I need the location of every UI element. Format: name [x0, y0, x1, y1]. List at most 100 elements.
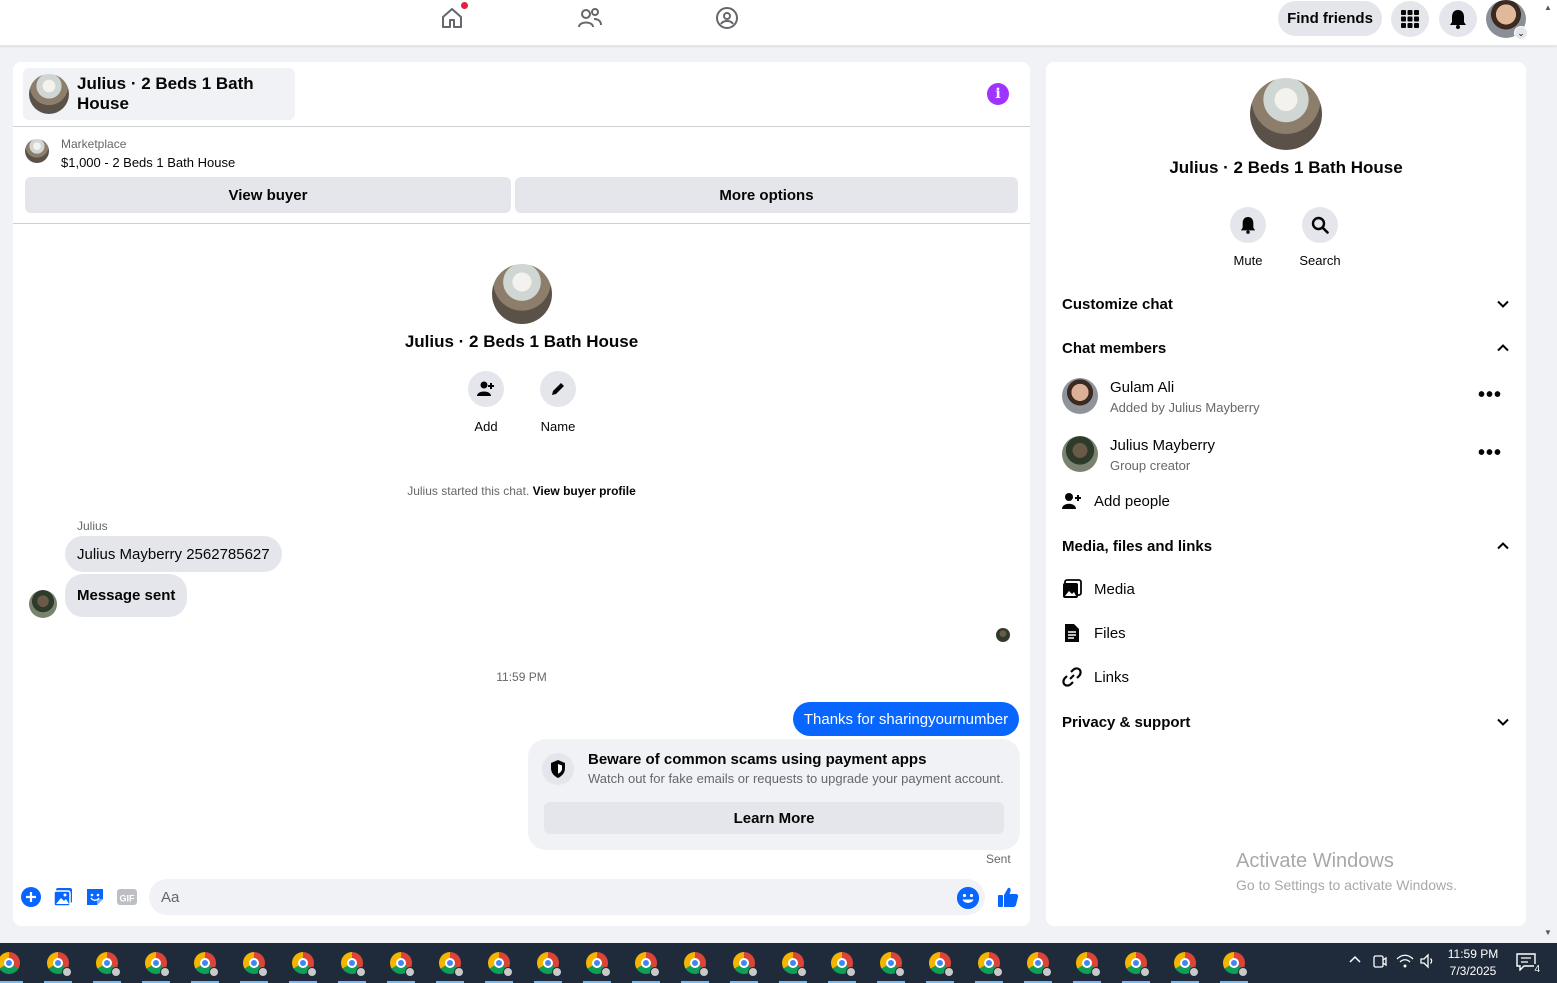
notification-dot [461, 2, 468, 9]
windows-activation-watermark: Activate Windows Go to Settings to activ… [1236, 850, 1457, 893]
learn-more-button[interactable]: Learn More [544, 802, 1004, 834]
links-label: Links [1094, 668, 1130, 686]
media-label: Media [1094, 580, 1135, 598]
chrome-window-icon[interactable] [240, 952, 268, 983]
photo-icon [1062, 579, 1082, 599]
plus-icon[interactable] [20, 886, 42, 908]
chrome-window-icon[interactable] [1220, 952, 1248, 983]
privacy-support-section[interactable]: Privacy & support [1062, 702, 1510, 742]
outgoing-message[interactable]: Thanks for sharingyournumber [793, 702, 1019, 736]
incoming-message[interactable]: Message sent [65, 574, 188, 617]
mute-button[interactable]: Mute [1218, 207, 1278, 268]
chat-title: Julius · 2 Beds 1 Bath House [77, 74, 254, 113]
sticker-icon[interactable] [84, 886, 106, 908]
name-button[interactable]: Name [528, 371, 588, 434]
emoji-icon[interactable] [957, 887, 979, 909]
profile-badge [699, 967, 709, 977]
system-clock[interactable]: 11:59 PM 7/3/2025 [1440, 946, 1506, 980]
chrome-window-icon[interactable] [44, 952, 72, 983]
chrome-window-icon[interactable] [93, 952, 121, 983]
chrome-window-icon[interactable] [779, 952, 807, 983]
sent-status: Sent [986, 852, 1011, 866]
view-buyer-profile-link[interactable]: View buyer profile [533, 484, 636, 498]
chat-title-button[interactable]: Julius · 2 Beds 1 Bath House [23, 68, 295, 120]
menu-grid-icon[interactable] [1391, 1, 1429, 37]
profile-badge [601, 967, 611, 977]
more-options-button[interactable]: More options [515, 177, 1018, 213]
media-files-links-section[interactable]: Media, files and links [1062, 526, 1510, 566]
scroll-up-arrow[interactable]: ▲ [1544, 3, 1552, 12]
profile-badge [1140, 967, 1150, 977]
profile-avatar[interactable]: ⌄ [1486, 0, 1528, 40]
chrome-window-icon[interactable] [1171, 952, 1199, 983]
view-buyer-button[interactable]: View buyer [25, 177, 511, 213]
message-input[interactable] [149, 879, 985, 915]
chrome-window-icon[interactable] [338, 952, 366, 983]
top-navigation: Find friends ⌄ [0, 0, 1557, 46]
sender-avatar[interactable] [29, 590, 57, 618]
chevron-up-icon[interactable] [1348, 953, 1362, 970]
chrome-window-icon[interactable] [0, 952, 23, 983]
volume-icon[interactable] [1420, 953, 1436, 972]
chrome-window-icon[interactable] [926, 952, 954, 983]
chrome-window-icon[interactable] [289, 952, 317, 983]
chrome-window-icon[interactable] [828, 952, 856, 983]
chrome-window-icon[interactable] [632, 952, 660, 983]
add-people-label: Add people [1094, 492, 1170, 510]
meet-now-icon[interactable] [1372, 953, 1388, 972]
info-icon[interactable]: i [987, 83, 1009, 105]
customize-chat-section[interactable]: Customize chat [1062, 284, 1510, 324]
add-people-button[interactable]: Add people [1062, 483, 1170, 519]
chrome-window-icon[interactable] [877, 952, 905, 983]
friends-icon[interactable] [576, 4, 604, 32]
bell-icon[interactable] [1439, 1, 1477, 37]
notification-center-icon[interactable]: 4 [1516, 953, 1540, 975]
add-button[interactable]: Add [456, 371, 516, 434]
more-icon[interactable]: ••• [1478, 384, 1502, 407]
chrome-window-icon[interactable] [681, 952, 709, 983]
watermark-title: Activate Windows [1236, 850, 1394, 872]
chat-avatar [492, 264, 552, 324]
read-receipt-avatar [996, 628, 1010, 642]
gif-icon[interactable]: GIF [116, 886, 138, 908]
find-friends-button[interactable]: Find friends [1278, 1, 1382, 36]
chevron-down-icon [1497, 718, 1509, 726]
like-icon[interactable] [996, 885, 1020, 909]
member-avatar[interactable] [1062, 436, 1098, 472]
profile-badge [1042, 967, 1052, 977]
chrome-window-icon[interactable] [583, 952, 611, 983]
member-avatar[interactable] [1062, 378, 1098, 414]
chrome-window-icon[interactable] [485, 952, 513, 983]
listing-title[interactable]: $1,000 - 2 Beds 1 Bath House [61, 155, 235, 170]
watermark-subtitle: Go to Settings to activate Windows. [1236, 877, 1457, 893]
search-label: Search [1299, 253, 1341, 268]
chrome-window-icon[interactable] [387, 952, 415, 983]
photo-icon[interactable] [52, 886, 74, 908]
files-label: Files [1094, 624, 1126, 642]
member-row[interactable]: Julius Mayberry Group creator ••• [1062, 430, 1510, 478]
chrome-window-icon[interactable] [1073, 952, 1101, 983]
more-icon[interactable]: ••• [1478, 442, 1502, 465]
search-button[interactable]: Search [1290, 207, 1350, 268]
incoming-message[interactable]: Julius Mayberry 2562785627 [65, 536, 282, 572]
chrome-window-icon[interactable] [191, 952, 219, 983]
chrome-window-icon[interactable] [142, 952, 170, 983]
profile-badge [944, 967, 954, 977]
links-item[interactable]: Links [1062, 659, 1129, 695]
chrome-window-icon[interactable] [436, 952, 464, 983]
scroll-down-arrow[interactable]: ▼ [1544, 928, 1552, 937]
home-icon[interactable] [438, 2, 468, 32]
chrome-window-icon[interactable] [1122, 952, 1150, 983]
chat-members-section[interactable]: Chat members [1062, 328, 1510, 368]
chrome-window-icon[interactable] [730, 952, 758, 983]
chrome-window-icon[interactable] [975, 952, 1003, 983]
media-item[interactable]: Media [1062, 571, 1135, 607]
chrome-window-icon[interactable] [1024, 952, 1052, 983]
chrome-window-icon[interactable] [534, 952, 562, 983]
network-icon[interactable] [1396, 953, 1414, 972]
member-subtitle: Group creator [1110, 458, 1191, 473]
member-row[interactable]: Gulam Ali Added by Julius Mayberry ••• [1062, 372, 1510, 420]
files-item[interactable]: Files [1062, 615, 1126, 651]
groups-icon[interactable] [713, 4, 741, 32]
media-files-links-label: Media, files and links [1062, 537, 1213, 555]
